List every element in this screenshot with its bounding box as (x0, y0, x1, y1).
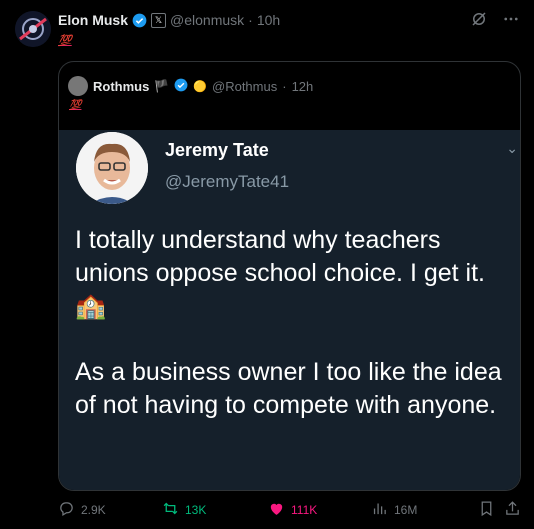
views-icon (371, 500, 388, 520)
grok-icon[interactable] (470, 10, 488, 33)
reply-button[interactable]: 2.9K (58, 500, 106, 520)
views-count: 16M (394, 503, 418, 517)
bookmark-button[interactable] (478, 500, 495, 520)
media-paragraph-1: I totally understand why teachers unions… (75, 226, 485, 320)
media-text: I totally understand why teachers unions… (75, 224, 515, 422)
verified-icon (174, 78, 188, 95)
verified-icon (132, 13, 147, 28)
media-paragraph-2: As a business owner I too like the idea … (75, 358, 502, 419)
repost-icon (162, 500, 179, 520)
quoted-author-handle: @Rothmus (212, 78, 278, 94)
author-name[interactable]: Elon Musk (58, 12, 128, 28)
separator: · (248, 12, 253, 28)
quoted-post-time: 12h (291, 78, 314, 94)
post-top-actions (470, 10, 520, 33)
separator: · (282, 78, 287, 94)
repost-count: 13K (185, 503, 207, 517)
reply-icon (58, 500, 75, 520)
emoji-icon: 🟡 (193, 80, 207, 93)
quoted-post[interactable]: Rothmus 🏴 🟡 @Rothmus · 12h 💯 Jeremy Tate… (58, 61, 521, 491)
chevron-down-icon: ⌄ (506, 140, 518, 156)
views-button[interactable]: 16M (371, 500, 417, 520)
quoted-author-avatar (68, 76, 88, 96)
heart-icon (268, 500, 285, 520)
quoted-media-image[interactable]: Jeremy Tate @JeremyTate41 ⌄ I totally un… (59, 130, 520, 490)
media-handle: @JeremyTate41 (165, 172, 290, 191)
jeremy-avatar (76, 132, 148, 204)
author-avatar[interactable] (15, 11, 51, 47)
more-icon[interactable] (502, 10, 520, 33)
post-time[interactable]: 10h (257, 12, 280, 28)
post-header: Elon Musk 𝕏 @elonmusk · 10h (58, 12, 280, 28)
quoted-post-header: Rothmus 🏴 🟡 @Rothmus · 12h (68, 76, 313, 96)
share-button[interactable] (504, 500, 521, 520)
like-count: 111K (291, 503, 318, 517)
share-icon (504, 500, 521, 520)
like-button[interactable]: 111K (268, 500, 317, 520)
action-bar: 2.9K 13K 111K 16M (58, 500, 522, 520)
flag-emoji: 🏴 (154, 79, 170, 93)
post-text: 💯 (58, 35, 72, 47)
quoted-post-text: 💯 (69, 100, 82, 111)
repost-button[interactable]: 13K (162, 500, 206, 520)
quoted-author-name: Rothmus (93, 78, 150, 94)
media-name: Jeremy Tate (165, 140, 269, 160)
author-handle[interactable]: @elonmusk (170, 12, 244, 28)
reply-count: 2.9K (81, 503, 106, 517)
affiliate-badge-icon: 𝕏 (151, 12, 167, 28)
bookmark-icon (478, 500, 495, 520)
